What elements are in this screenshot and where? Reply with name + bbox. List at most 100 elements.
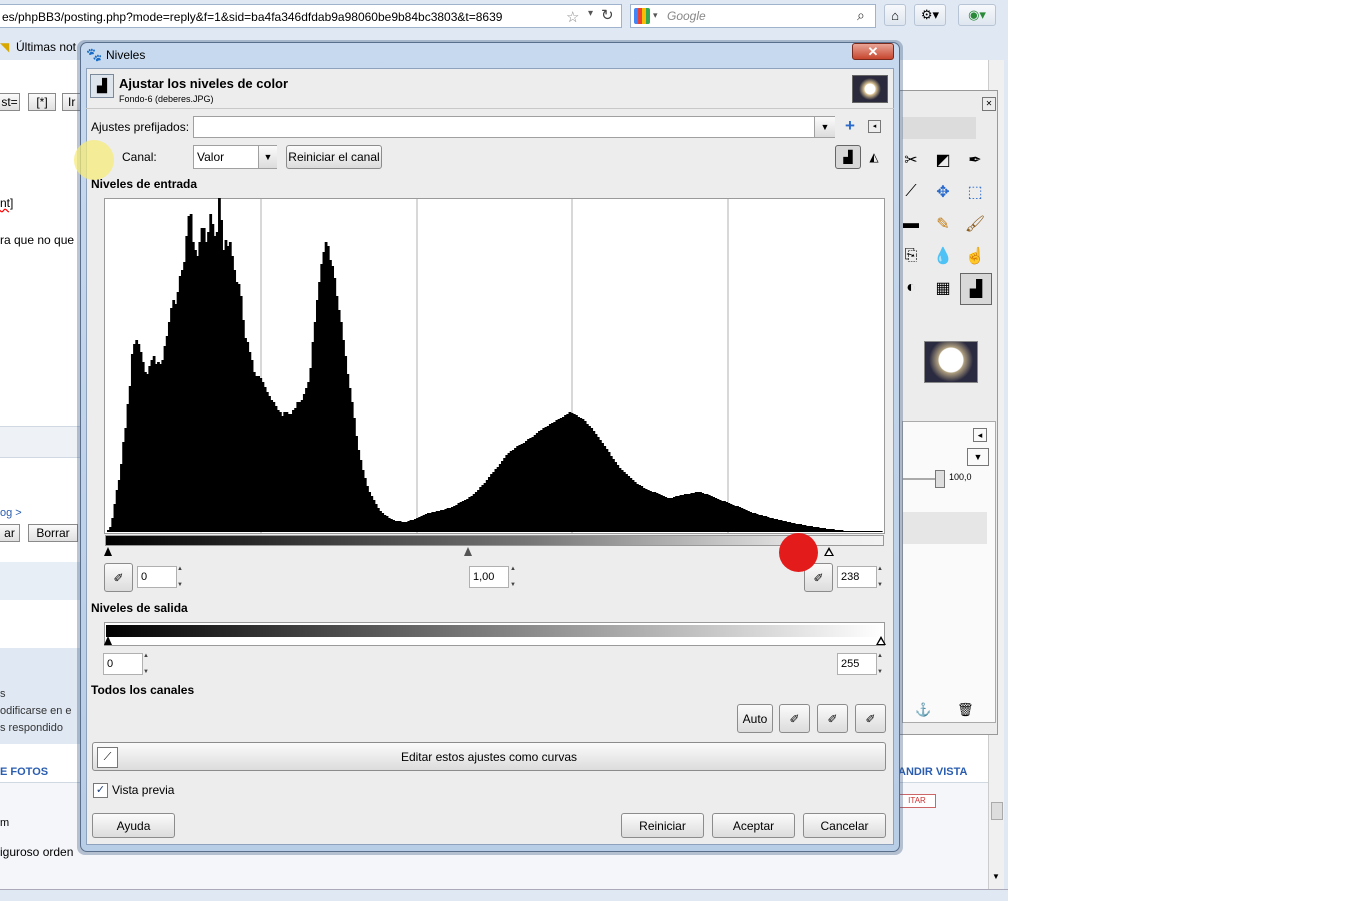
bookmark-star-icon[interactable]: ☆ [566, 8, 579, 26]
history-dropdown-icon[interactable]: ▾ [588, 8, 593, 19]
align-tool-icon[interactable]: ⬚ [962, 179, 988, 205]
info-text-1: s [0, 688, 6, 700]
reset-channel-button[interactable]: Reiniciar el canal [286, 145, 382, 169]
dialog-title: Niveles [106, 48, 146, 62]
input-high-spinner[interactable]: ▲ ▼ [877, 566, 886, 588]
engine-dropdown-icon[interactable]: ▾ [653, 10, 658, 21]
page-bar [0, 426, 80, 458]
reload-icon[interactable]: ↻ [601, 6, 614, 24]
active-image-thumbnail[interactable] [924, 341, 978, 383]
gimp-toolbox: ✕ ✂ ◩ ✒ ⟋ ✥ ⬚ ▬ ✎ 🖌 ⎘ 💧 ☝ ◐ ▦ ▟ ◂ ▼ 100,… [897, 90, 998, 735]
blur-tool-icon[interactable]: 💧 [930, 243, 956, 269]
move-tool-icon[interactable]: ✥ [930, 179, 956, 205]
toolbox-header [902, 117, 976, 139]
cancel-button[interactable]: Cancelar [803, 813, 886, 838]
presets-menu-icon[interactable]: ◂ [868, 120, 881, 133]
channel-combo[interactable]: Valor ▼ [193, 145, 277, 169]
output-low-field[interactable]: 0 [103, 653, 143, 675]
levels-tool-icon[interactable]: ▟ [960, 273, 992, 305]
input-gamma-spinner[interactable]: ▲ ▼ [510, 566, 519, 588]
mode-dropdown-icon[interactable]: ▼ [967, 448, 989, 466]
reset-button[interactable]: Reiniciar [621, 813, 704, 838]
info-text-3: s respondido [0, 722, 63, 734]
home-icon[interactable]: ⌂ [884, 4, 906, 26]
editor-button-2[interactable]: [*] [28, 93, 56, 111]
post-text-2: ra que no que [0, 233, 75, 247]
ok-button[interactable]: Aceptar [712, 813, 795, 838]
input-gamma-field[interactable]: 1,00 [469, 566, 509, 588]
auto-button[interactable]: Auto [737, 704, 773, 733]
section-title[interactable]: E FOTOS [0, 766, 48, 778]
preview-checkbox[interactable]: ✓ [93, 783, 108, 798]
anchor-icon[interactable]: ⚓ [915, 702, 931, 718]
pick-black-eyedropper-icon[interactable]: ✐ [104, 563, 133, 592]
post-text-1: nt] [0, 196, 14, 210]
layer-row[interactable] [903, 512, 987, 544]
addon-icon[interactable]: ⚙▾ [914, 4, 946, 26]
globe-icon[interactable]: ◉▾ [958, 4, 996, 26]
quote-button[interactable]: ITAR [898, 794, 936, 808]
all-channels-label: Todos los canales [91, 683, 195, 697]
input-levels-label: Niveles de entrada [91, 177, 198, 191]
editor-button-1[interactable]: st= [0, 93, 20, 111]
input-low-slider[interactable] [104, 547, 112, 556]
smudge-tool-icon[interactable]: ☝ [962, 243, 988, 269]
linear-histogram-icon[interactable]: ▟ [835, 145, 861, 169]
brush-tool-icon[interactable]: 🖌 [962, 211, 988, 237]
google-logo-icon [634, 8, 650, 24]
delete-button[interactable]: Borrar [28, 524, 78, 542]
output-high-field[interactable]: 255 [837, 653, 877, 675]
output-low-spinner[interactable]: ▲ ▼ [143, 653, 152, 675]
output-low-slider[interactable] [104, 636, 112, 645]
edit-as-curves-button[interactable]: Editar estos ajustes como curvas [92, 742, 886, 771]
paths-tool-icon[interactable]: ✒ [962, 147, 988, 173]
channel-label: Canal: [122, 150, 157, 164]
white-point-eyedropper-icon[interactable]: ✐ [855, 704, 886, 733]
foreground-select-icon[interactable]: ◩ [930, 147, 956, 173]
preview-label: Vista previa [112, 783, 175, 797]
help-button[interactable]: Ayuda [92, 813, 175, 838]
output-levels-label: Niveles de salida [91, 601, 188, 615]
add-preset-icon[interactable]: + [845, 116, 855, 136]
rss-icon: ◥ [0, 40, 10, 54]
opacity-track[interactable] [903, 478, 937, 480]
toolbox-close-icon[interactable]: ✕ [982, 97, 996, 111]
input-low-spinner[interactable]: ▲ ▼ [177, 566, 186, 588]
image-preview-thumbnail [852, 75, 888, 103]
gimp-icon: 🐾 [86, 47, 103, 62]
search-icon[interactable]: ⌕ [857, 7, 865, 24]
presets-dropdown-icon[interactable]: ▼ [814, 117, 835, 137]
input-gradient-bar [105, 535, 884, 546]
close-button[interactable]: ✕ [852, 43, 894, 60]
bookmark-ultimas[interactable]: Últimas not [16, 40, 76, 54]
trash-icon[interactable]: 🗑 [957, 702, 974, 718]
color-tool-icon[interactable]: ▦ [930, 275, 956, 301]
pencil-tool-icon[interactable]: ✎ [930, 211, 956, 237]
url-text: es/phpBB3/posting.php?mode=reply&f=1&sid… [2, 10, 503, 24]
output-gradient-bar [106, 625, 883, 637]
form-button-left[interactable]: ar [0, 524, 20, 542]
gray-point-eyedropper-icon[interactable]: ✐ [817, 704, 848, 733]
output-high-slider-inner [878, 639, 884, 644]
post-link[interactable]: og > [0, 507, 22, 519]
black-point-eyedropper-icon[interactable]: ✐ [779, 704, 810, 733]
channel-value: Valor [197, 150, 225, 164]
output-high-spinner[interactable]: ▲ ▼ [877, 653, 886, 675]
panel-menu-icon[interactable]: ◂ [973, 428, 987, 442]
input-high-field[interactable]: 238 [837, 566, 877, 588]
opacity-handle[interactable] [935, 470, 945, 488]
search-placeholder: Google [667, 9, 706, 23]
log-histogram-icon[interactable]: ◭ [863, 145, 885, 169]
input-low-field[interactable]: 0 [137, 566, 177, 588]
presets-combo[interactable]: ▼ [193, 116, 835, 138]
scroll-thumb[interactable] [991, 802, 1003, 820]
input-gamma-slider[interactable] [464, 547, 472, 556]
info-panel-2: s odificarse en e s respondido [0, 648, 82, 744]
channel-dropdown-icon[interactable]: ▼ [258, 146, 277, 168]
toggle-view-link[interactable]: ANDIR VISTA [898, 766, 967, 778]
presets-label: Ajustes prefijados: [91, 120, 190, 134]
address-bar[interactable]: es/phpBB3/posting.php?mode=reply&f=1&sid… [0, 4, 622, 28]
histogram [104, 198, 885, 534]
search-box[interactable]: ▾ Google ⌕ [630, 4, 876, 28]
scroll-down-icon[interactable]: ▼ [992, 872, 1000, 881]
